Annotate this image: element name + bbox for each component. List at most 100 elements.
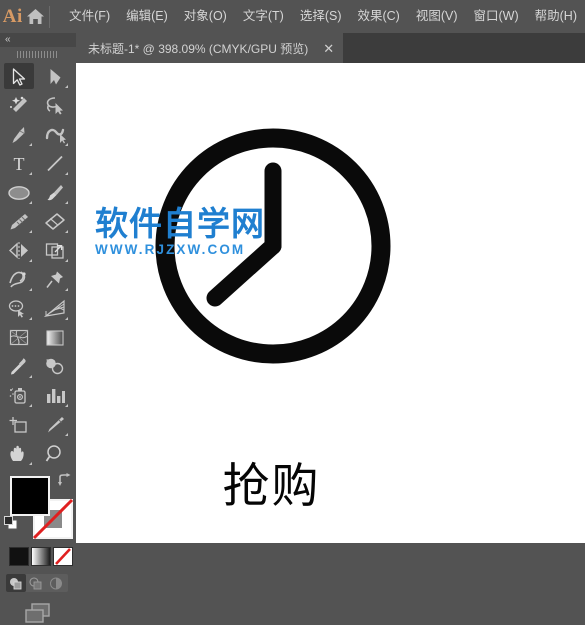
perspective-grid-tool[interactable] <box>37 294 73 323</box>
width-tool[interactable] <box>1 265 37 294</box>
flyout-indicator-icon <box>29 317 32 320</box>
flyout-indicator-icon <box>29 172 32 175</box>
mesh-tool[interactable] <box>1 323 37 352</box>
hand-icon <box>10 445 24 461</box>
gradient-mode-button[interactable] <box>31 547 51 566</box>
collapse-panel-icon[interactable]: « <box>5 35 10 45</box>
type-tool[interactable]: T <box>1 149 37 178</box>
lasso-icon <box>46 97 63 115</box>
tools-panel-grip[interactable] <box>0 47 76 62</box>
flyout-indicator-icon <box>29 462 32 465</box>
magic-wand-icon <box>10 96 27 112</box>
draw-behind-button[interactable] <box>26 574 46 592</box>
artwork-caption[interactable]: 抢购 <box>76 463 585 510</box>
menu-items: 文件(F) 编辑(E) 对象(O) 文字(T) 选择(S) 效果(C) 视图(V… <box>61 6 585 27</box>
draw-normal-icon <box>10 577 22 589</box>
zoom-tool[interactable] <box>37 439 73 468</box>
arrow-cursor-icon <box>12 67 25 86</box>
svg-text:T: T <box>14 154 25 173</box>
magnifier-icon <box>45 445 61 462</box>
shape-builder-icon <box>8 300 24 318</box>
home-icon[interactable] <box>25 0 46 33</box>
hand-tool[interactable] <box>1 439 37 468</box>
screen-mode-icon <box>25 603 50 623</box>
menu-edit[interactable]: 编辑(E) <box>118 6 176 27</box>
pen-icon <box>12 127 25 143</box>
document-tab-title: 未标题-1* @ 398.09% (CMYK/GPU 预览) <box>88 41 309 56</box>
draw-inside-icon <box>50 577 62 589</box>
type-T-icon: T <box>14 154 25 173</box>
menu-help[interactable]: 帮助(H) <box>527 6 585 27</box>
scale-tool[interactable] <box>37 236 73 265</box>
flyout-indicator-icon <box>29 259 32 262</box>
blend-icon <box>46 358 64 375</box>
flyout-indicator-icon <box>29 288 32 291</box>
color-mode-button[interactable] <box>9 547 29 566</box>
slice-tool[interactable] <box>37 410 73 439</box>
curvature-tool[interactable] <box>37 120 73 149</box>
direct-selection-tool[interactable] <box>37 62 73 91</box>
ellipse-tool[interactable] <box>1 178 37 207</box>
reflect-tool[interactable] <box>1 236 37 265</box>
magic-wand-tool[interactable] <box>1 91 37 120</box>
shape-builder-tool[interactable] <box>1 294 37 323</box>
free-transform-tool[interactable] <box>37 265 73 294</box>
document-canvas[interactable]: 抢购 软件自学网 WWW.RJZXW.COM <box>76 63 585 543</box>
flyout-indicator-icon <box>65 85 68 88</box>
eyedropper-icon <box>11 358 26 375</box>
none-slash-icon <box>55 548 71 565</box>
fill-swatch[interactable] <box>10 476 50 516</box>
app-logo: Ai <box>2 5 23 27</box>
shaper-tool[interactable] <box>1 207 37 236</box>
artboard-tool[interactable] <box>1 410 37 439</box>
line-segment-tool[interactable] <box>37 149 73 178</box>
menu-window[interactable]: 窗口(W) <box>466 6 527 27</box>
flyout-indicator-icon <box>65 230 68 233</box>
pen-tool[interactable] <box>1 120 37 149</box>
menu-select[interactable]: 选择(S) <box>292 6 350 27</box>
curvature-icon <box>45 128 66 144</box>
default-fill-stroke-icon[interactable] <box>4 516 18 530</box>
tools-panel: « T <box>0 33 76 623</box>
paintbrush-tool[interactable] <box>37 178 73 207</box>
draw-inside-button[interactable] <box>46 574 66 592</box>
flyout-indicator-icon <box>29 404 32 407</box>
menu-type[interactable]: 文字(T) <box>235 6 292 27</box>
flyout-indicator-icon <box>29 375 32 378</box>
menu-divider <box>48 5 50 28</box>
flyout-indicator-icon <box>65 288 68 291</box>
gradient-tool[interactable] <box>37 323 73 352</box>
swap-fill-stroke-icon[interactable] <box>58 473 72 487</box>
lasso-tool[interactable] <box>37 91 73 120</box>
blend-tool[interactable] <box>37 352 73 381</box>
column-graph-tool[interactable] <box>37 381 73 410</box>
symbol-sprayer-icon <box>9 388 26 404</box>
artboard-icon <box>9 417 27 433</box>
document-tab[interactable]: 未标题-1* @ 398.09% (CMYK/GPU 预览) ✕ <box>76 33 344 63</box>
selection-tool[interactable] <box>1 62 37 91</box>
width-warp-icon <box>9 271 26 288</box>
close-icon[interactable]: ✕ <box>322 42 335 55</box>
change-screen-mode-button[interactable] <box>0 601 76 625</box>
flyout-indicator-icon <box>29 201 32 204</box>
fill-stroke-controls <box>0 471 76 543</box>
symbol-sprayer-tool[interactable] <box>1 381 37 410</box>
paintbrush-icon <box>47 185 63 201</box>
ellipse-icon <box>8 185 30 200</box>
menu-view[interactable]: 视图(V) <box>408 6 466 27</box>
eraser-tool[interactable] <box>37 207 73 236</box>
menu-effect[interactable]: 效果(C) <box>349 6 407 27</box>
menu-file[interactable]: 文件(F) <box>61 6 118 27</box>
eyedropper-tool[interactable] <box>1 352 37 381</box>
perspective-grid-icon <box>44 299 65 317</box>
color-mode-row <box>0 547 76 566</box>
clock-illustration[interactable] <box>148 121 398 371</box>
draw-mode-row <box>6 574 68 592</box>
draw-normal-button[interactable] <box>6 574 26 592</box>
eraser-icon <box>45 213 65 230</box>
tools-panel-header[interactable]: « <box>0 33 76 47</box>
none-mode-button[interactable] <box>53 547 73 566</box>
flyout-indicator-icon <box>29 143 32 146</box>
menu-object[interactable]: 对象(O) <box>176 6 235 27</box>
slice-knife-icon <box>48 417 64 433</box>
